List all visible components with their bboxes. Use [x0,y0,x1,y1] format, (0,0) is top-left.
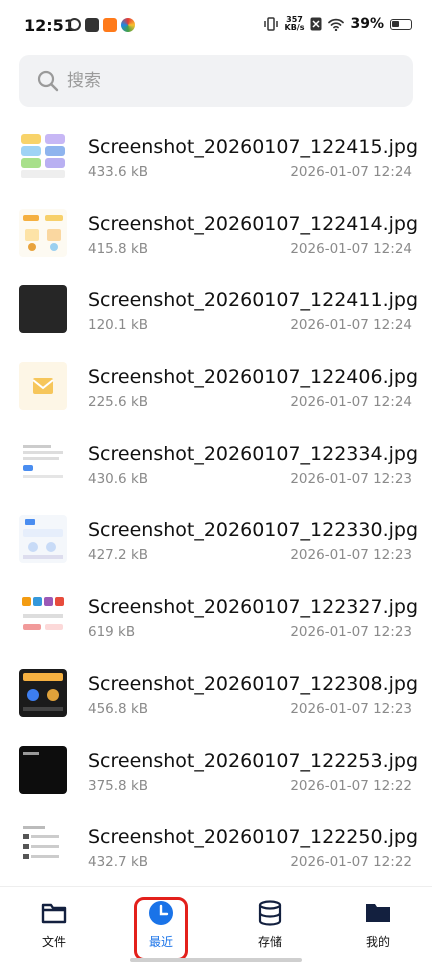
file-date: 2026-01-07 12:24 [290,164,412,180]
database-icon [258,900,282,926]
search-bar[interactable] [19,55,413,107]
file-thumbnail [19,592,67,641]
sim-icon [310,17,322,31]
bottom-navigation: 文件 最近 存储 我的 [0,886,432,964]
file-date: 2026-01-07 12:23 [290,700,412,717]
recent-file-list: Screenshot_20260107_122415.jpg 433.6 kB … [0,122,432,889]
notification-icons [68,18,135,32]
file-size: 433.6 kB [88,164,149,180]
pinwheel-notification-icon [121,18,135,32]
battery-percent: 39% [350,16,384,32]
search-input[interactable] [67,71,387,91]
wifi-icon [328,18,345,31]
file-thumbnail [19,668,67,717]
nav-item-files[interactable]: 文件 [19,899,89,951]
file-name: Screenshot_20260107_122308.jpg [88,672,419,695]
vibrate-icon [263,17,278,31]
file-name: Screenshot_20260107_122411.jpg [88,289,419,312]
list-item[interactable]: Screenshot_20260107_122327.jpg 619 kB 20… [0,582,432,659]
file-date: 2026-01-07 12:24 [290,317,412,334]
file-size: 375.8 kB [88,777,149,794]
app-notification-icon [68,18,81,31]
file-size: 432.7 kB [88,854,149,871]
file-thumbnail [19,438,67,487]
file-thumbnail [19,208,67,257]
file-name: Screenshot_20260107_122330.jpg [88,519,419,542]
nav-item-mine[interactable]: 我的 [343,899,413,951]
file-size: 120.1 kB [88,317,149,334]
file-name: Screenshot_20260107_122327.jpg [88,596,419,619]
list-item[interactable]: Screenshot_20260107_122411.jpg 120.1 kB … [0,275,432,352]
file-size: 415.8 kB [88,240,149,257]
nav-label-storage: 存储 [257,935,282,949]
file-date: 2026-01-07 12:24 [290,240,412,257]
file-size: 427.2 kB [88,547,149,564]
file-thumbnail [19,745,67,794]
folder-outline-icon [41,903,67,924]
list-item[interactable]: Screenshot_20260107_122250.jpg 432.7 kB … [0,812,432,889]
file-name: Screenshot_20260107_122415.jpg [88,136,419,158]
network-speed: 357 KB/s [284,15,305,32]
file-name: Screenshot_20260107_122253.jpg [88,749,419,772]
file-date: 2026-01-07 12:23 [290,470,412,487]
shop-notification-icon [103,18,117,32]
file-date: 2026-01-07 12:23 [290,624,412,641]
folder-filled-icon [366,904,390,922]
nav-label-files: 文件 [41,935,66,949]
play-notification-icon [85,18,99,32]
file-name: Screenshot_20260107_122414.jpg [88,212,419,235]
file-date: 2026-01-07 12:22 [290,854,412,871]
file-size: 430.6 kB [88,470,149,487]
file-name: Screenshot_20260107_122250.jpg [88,826,419,849]
nav-item-storage[interactable]: 存储 [235,899,305,951]
file-date: 2026-01-07 12:23 [290,547,412,564]
status-bar: 12:51 357 KB/s 39% [0,0,432,52]
file-name: Screenshot_20260107_122334.jpg [88,442,419,465]
file-date: 2026-01-07 12:24 [290,394,412,411]
file-thumbnail [19,822,67,871]
file-thumbnail [19,285,67,334]
nav-label-mine: 我的 [365,935,390,949]
search-icon [37,70,59,92]
file-thumbnail [19,515,67,564]
file-name: Screenshot_20260107_122406.jpg [88,366,419,389]
list-item[interactable]: Screenshot_20260107_122308.jpg 456.8 kB … [0,659,432,736]
list-item[interactable]: Screenshot_20260107_122414.jpg 415.8 kB … [0,199,432,276]
file-date: 2026-01-07 12:22 [290,777,412,794]
file-thumbnail [19,362,67,411]
list-item[interactable]: Screenshot_20260107_122253.jpg 375.8 kB … [0,736,432,813]
file-size: 225.6 kB [88,394,149,411]
list-item[interactable]: Screenshot_20260107_122330.jpg 427.2 kB … [0,505,432,582]
battery-icon [390,18,412,30]
file-thumbnail [19,132,67,180]
selection-highlight-box [134,897,188,961]
file-size: 619 kB [88,624,136,641]
list-item[interactable]: Screenshot_20260107_122415.jpg 433.6 kB … [0,122,432,199]
list-item[interactable]: Screenshot_20260107_122334.jpg 430.6 kB … [0,429,432,506]
list-item[interactable]: Screenshot_20260107_122406.jpg 225.6 kB … [0,352,432,429]
home-indicator[interactable] [130,958,302,962]
file-size: 456.8 kB [88,700,149,717]
